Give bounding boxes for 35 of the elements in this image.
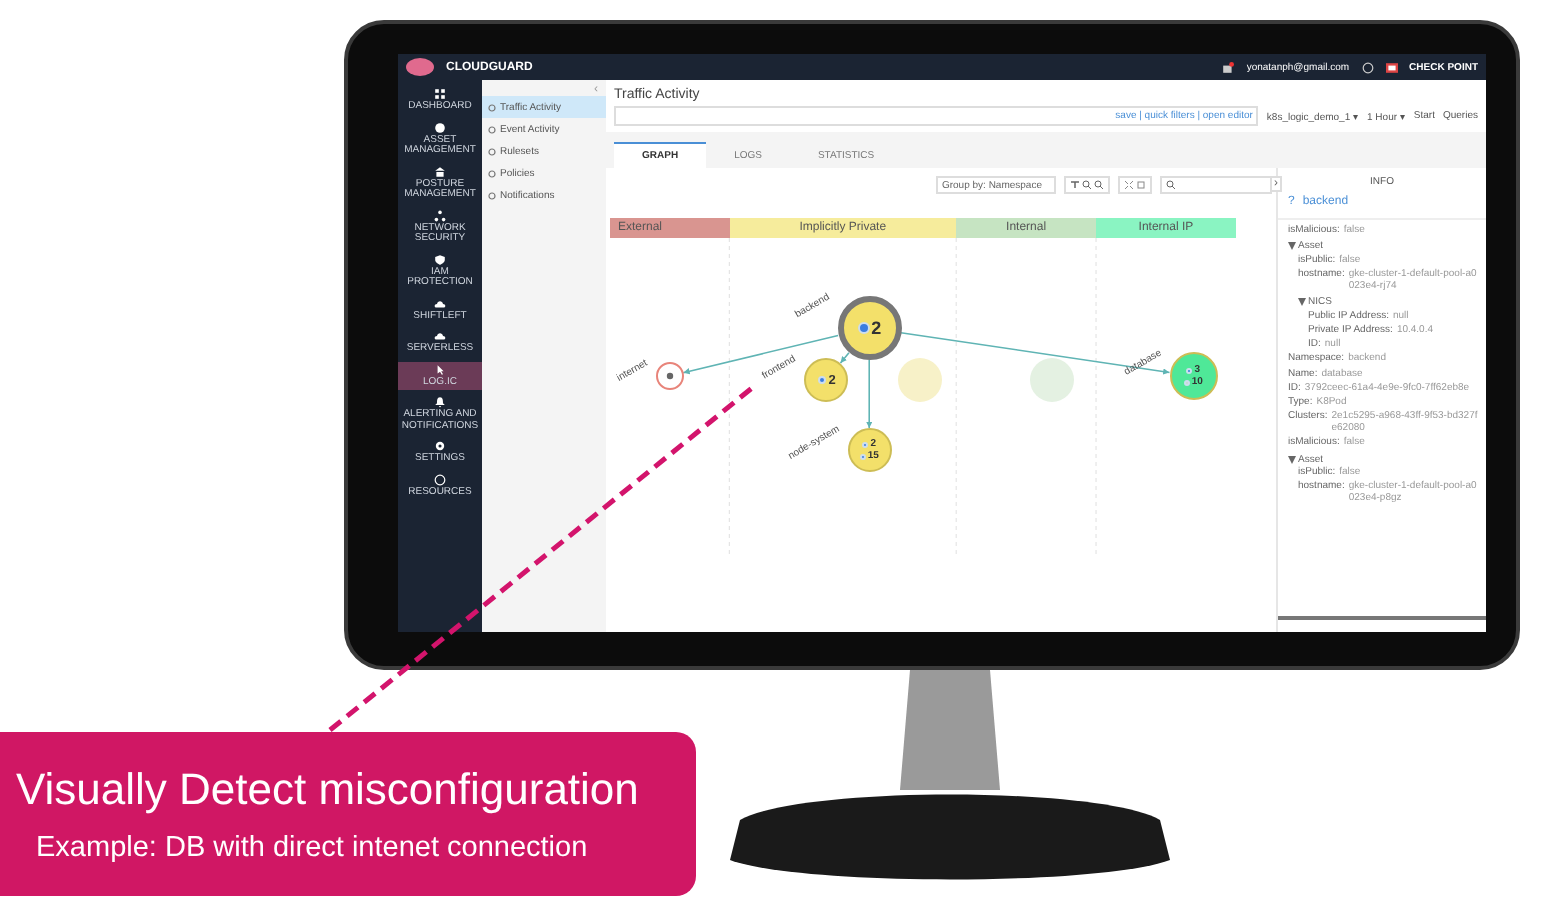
circle-icon <box>665 372 674 380</box>
graph-node[interactable]: 2 <box>837 296 902 360</box>
help-icon <box>434 473 446 485</box>
expand-icon[interactable] <box>1124 180 1134 190</box>
list-icon <box>488 169 496 177</box>
gear-icon <box>434 440 446 452</box>
callout-subtitle: Example: DB with direct intenet connection <box>34 832 590 864</box>
graph-node[interactable] <box>655 362 684 390</box>
user-icon[interactable] <box>1361 61 1374 73</box>
bell-icon <box>434 396 446 408</box>
zoom-in-icon[interactable] <box>1082 180 1092 190</box>
shield-icon <box>434 253 446 265</box>
callout-title: Visually Detect misconfiguration <box>16 764 641 816</box>
logo-icon <box>406 58 434 76</box>
connection-arrow <box>866 359 873 429</box>
caret-icon[interactable] <box>1298 298 1306 306</box>
flag-icon <box>1385 61 1398 73</box>
zoom-out-icon[interactable] <box>1094 180 1104 190</box>
network-icon <box>434 209 446 221</box>
list-icon <box>488 147 496 155</box>
caret-icon[interactable] <box>1288 455 1296 463</box>
caret-icon[interactable] <box>1288 242 1296 251</box>
layout-icon[interactable] <box>1070 180 1080 190</box>
list-icon <box>488 125 496 133</box>
search-icon <box>1166 180 1176 190</box>
building-icon <box>434 165 446 177</box>
cloud-icon <box>434 330 446 342</box>
notification-icon[interactable] <box>1222 61 1235 73</box>
pod-count: 2 <box>871 318 882 338</box>
list-icon <box>488 103 496 111</box>
pointer-icon <box>434 363 446 375</box>
search-field[interactable] <box>1160 176 1272 194</box>
grid-icon <box>434 88 446 100</box>
cloud-icon <box>434 297 446 309</box>
list-icon <box>488 191 496 199</box>
